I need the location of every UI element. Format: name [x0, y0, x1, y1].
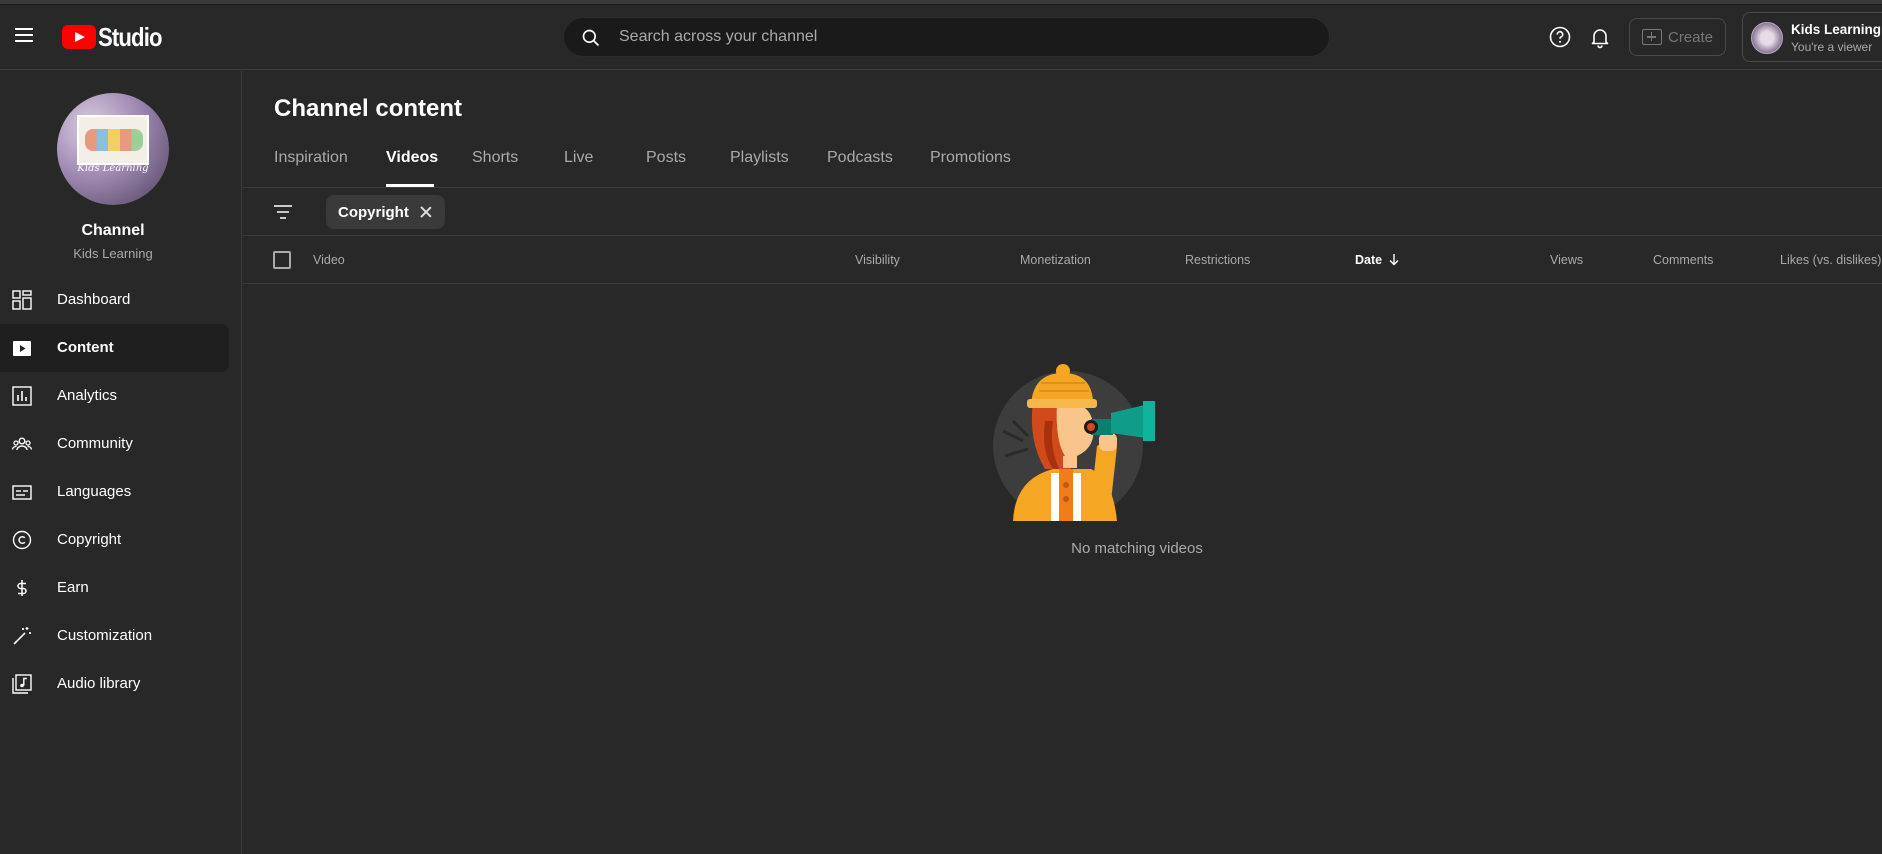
table-header: Video Visibility Monetization Restrictio… — [243, 236, 1882, 284]
sidebar-item-label: Dashboard — [57, 291, 131, 308]
column-likes: Likes (vs. dislikes) — [1780, 253, 1882, 267]
sidebar-item-content[interactable]: Content — [0, 324, 229, 372]
filter-chip-label: Copyright — [338, 203, 409, 221]
sidebar: Kids Learning Channel Kids Learning Dash… — [0, 71, 242, 854]
search-bar[interactable] — [563, 17, 1330, 57]
youtube-play-icon — [62, 25, 96, 49]
audio-library-icon — [12, 674, 32, 694]
column-comments: Comments — [1653, 253, 1714, 267]
filter-bar: Copyright — [243, 188, 1882, 236]
channel-name: Kids Learning — [73, 246, 153, 261]
tab-promotions[interactable]: Promotions — [930, 149, 1030, 187]
sidebar-item-copyright[interactable]: Copyright — [0, 516, 229, 564]
filter-chip[interactable]: Copyright — [326, 195, 445, 229]
studio-logo[interactable]: Studio — [62, 21, 173, 52]
sidebar-item-customization[interactable]: Customization — [0, 612, 229, 660]
sidebar-item-languages[interactable]: Languages — [0, 468, 229, 516]
top-header: Studio Create Kids Learning You're a vie… — [0, 5, 1882, 70]
account-name: Kids Learning — [1791, 22, 1882, 37]
account-role: You're a viewer — [1791, 40, 1873, 54]
sidebar-item-audio-library[interactable]: Audio library — [0, 660, 229, 708]
help-icon[interactable] — [1548, 25, 1572, 49]
column-visibility: Visibility — [855, 253, 900, 267]
channel-avatar-caption: Kids Learning — [77, 163, 149, 174]
dollar-icon — [17, 580, 27, 596]
column-views: Views — [1550, 253, 1584, 267]
page-title: Channel content — [274, 95, 463, 122]
column-restrictions: Restrictions — [1185, 253, 1251, 267]
binoculars-illustration — [993, 364, 1155, 521]
tab-inspiration[interactable]: Inspiration — [274, 149, 386, 187]
search-input[interactable] — [619, 18, 1299, 56]
account-avatar — [1751, 22, 1783, 54]
create-button[interactable]: Create — [1629, 18, 1726, 56]
sidebar-item-earn[interactable]: Earn — [0, 564, 229, 612]
sidebar-item-label: Community — [57, 435, 133, 452]
sidebar-item-label: Earn — [57, 579, 89, 596]
magic-wand-icon — [13, 627, 31, 645]
close-icon[interactable] — [419, 205, 433, 219]
filter-icon[interactable] — [273, 202, 293, 222]
analytics-icon — [12, 386, 32, 406]
arrow-down-icon — [1389, 254, 1399, 266]
create-video-icon — [1641, 29, 1662, 45]
tab-live[interactable]: Live — [564, 149, 646, 187]
create-label: Create — [1667, 28, 1714, 46]
tab-podcasts[interactable]: Podcasts — [827, 149, 930, 187]
sidebar-item-label: Audio library — [57, 675, 141, 692]
sidebar-item-dashboard[interactable]: Dashboard — [0, 276, 229, 324]
main-content: Channel content Inspiration Videos Short… — [243, 71, 1882, 854]
content-icon — [13, 341, 31, 356]
menu-icon[interactable] — [12, 25, 36, 49]
channel-avatar-picture — [77, 115, 149, 165]
account-switcher[interactable]: Kids Learning You're a viewer — [1742, 12, 1882, 62]
subtitles-icon — [12, 485, 32, 500]
community-icon — [12, 437, 32, 451]
content-tabs: Inspiration Videos Shorts Live Posts Pla… — [274, 149, 1030, 187]
channel-avatar[interactable]: Kids Learning — [57, 93, 169, 205]
column-video: Video — [313, 253, 345, 267]
empty-state-message: No matching videos — [1071, 540, 1203, 557]
logo-text: Studio — [98, 21, 162, 52]
channel-title: Channel — [81, 222, 145, 239]
search-icon — [582, 29, 600, 47]
sidebar-nav: Dashboard Content Analytics Community La… — [0, 276, 242, 708]
column-monetization: Monetization — [1020, 253, 1091, 267]
sidebar-item-label: Customization — [57, 627, 153, 644]
dashboard-icon — [12, 290, 32, 310]
column-date[interactable]: Date — [1355, 253, 1400, 267]
tab-posts[interactable]: Posts — [646, 149, 730, 187]
tab-videos[interactable]: Videos — [386, 149, 438, 187]
sidebar-item-analytics[interactable]: Analytics — [0, 372, 229, 420]
sidebar-item-community[interactable]: Community — [0, 420, 229, 468]
sidebar-item-label: Copyright — [57, 531, 122, 548]
sidebar-item-label: Analytics — [57, 387, 118, 404]
tab-playlists[interactable]: Playlists — [730, 149, 827, 187]
select-all-checkbox[interactable] — [273, 251, 291, 269]
column-date-label: Date — [1355, 253, 1383, 267]
sidebar-item-label: Languages — [57, 483, 132, 500]
tab-shorts[interactable]: Shorts — [472, 149, 564, 187]
sidebar-item-label: Content — [57, 339, 114, 356]
copyright-icon — [12, 530, 32, 550]
bell-icon[interactable] — [1588, 25, 1612, 49]
